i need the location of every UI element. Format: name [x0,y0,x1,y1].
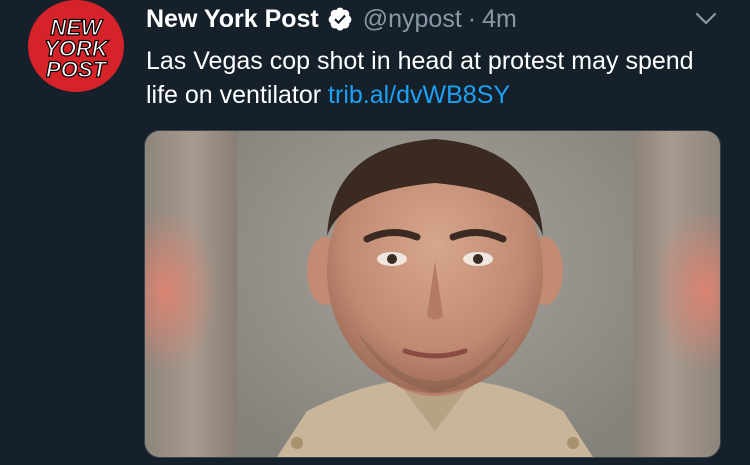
tweet-link[interactable]: trib.al/dvWB8SY [328,81,510,109]
chevron-down-icon[interactable] [694,8,718,28]
separator-dot: · [467,4,477,33]
tweet[interactable]: NEW YORK POST New York Post @nypost · 4m… [0,0,750,465]
media-card[interactable] [144,130,721,458]
handle[interactable]: @nypost [363,5,462,34]
tweet-text: Las Vegas cop shot in head at protest ma… [146,44,726,112]
timestamp[interactable]: 4m [482,5,517,34]
mugshot-photo[interactable] [237,131,633,457]
logo-line-3: POST [46,57,107,82]
tweet-header: New York Post @nypost · 4m [146,4,517,34]
verified-badge-icon [328,7,352,31]
display-name[interactable]: New York Post [146,5,319,34]
new-york-post-logo: NEW YORK POST [30,0,122,92]
avatar[interactable]: NEW YORK POST [28,0,124,92]
